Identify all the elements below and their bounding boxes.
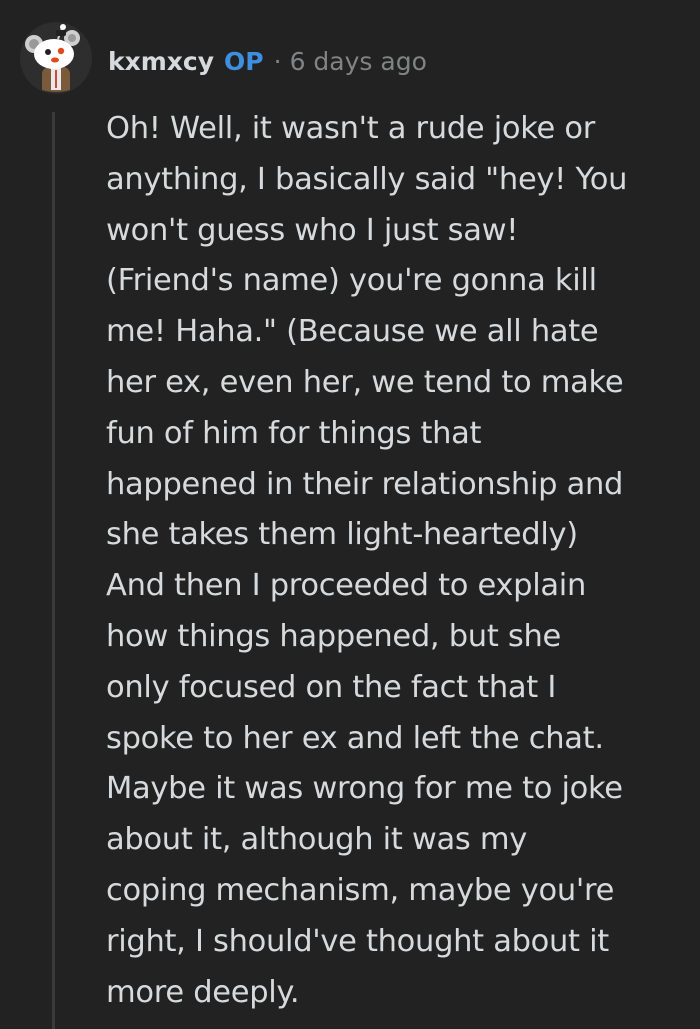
comment: kxmxcy OP · 6 days ago Oh! Well, it wasn… [0, 0, 700, 1029]
username-link[interactable]: kxmxcy [108, 47, 214, 76]
comment-body-line: right, I should've thought about it [106, 923, 609, 959]
comment-body-line: And then I proceeded to explain [106, 568, 587, 604]
timestamp-link[interactable]: 6 days ago [290, 47, 427, 76]
comment-body-line: Oh! Well, it wasn't a rude joke or [106, 111, 595, 146]
snoo-avatar-icon[interactable] [20, 22, 92, 94]
comment-body-line: she takes them light-heartedly) [106, 517, 578, 553]
comment-body-line: me! Haha." (Because we all hate [106, 314, 599, 350]
comment-body-line: her ex, even her, we tend to make [106, 364, 624, 400]
meta-separator: · [273, 46, 282, 76]
op-badge: OP [224, 46, 264, 76]
comment-body-line: more deeply. [106, 974, 300, 1010]
comment-body-line: how things happened, but she [106, 618, 561, 654]
avatar-graphic [20, 22, 92, 94]
comment-body-line: anything, I basically said "hey! You [106, 161, 628, 197]
comment-body-line: about it, although it was my [106, 822, 528, 858]
comment-meta: kxmxcy OP · 6 days ago [108, 42, 427, 80]
comment-body-line: Maybe it was wrong for me to joke [106, 771, 623, 807]
comment-body-line: (Friend's name) you're gonna kill [106, 263, 597, 299]
comment-body-line: happened in their relationship and [106, 466, 624, 502]
comment-body-line: spoke to her ex and left the chat. [106, 720, 604, 756]
comment-body-line: won't guess who I just saw! [106, 212, 519, 248]
comment-body: Oh! Well, it wasn't a rude joke or anyth… [106, 104, 686, 1018]
thread-collapse-line[interactable] [52, 112, 55, 1029]
comment-body-line: coping mechanism, maybe you're [106, 872, 615, 908]
comment-body-line: only focused on the fact that I [106, 669, 557, 705]
comment-body-line: fun of him for things that [106, 415, 482, 451]
